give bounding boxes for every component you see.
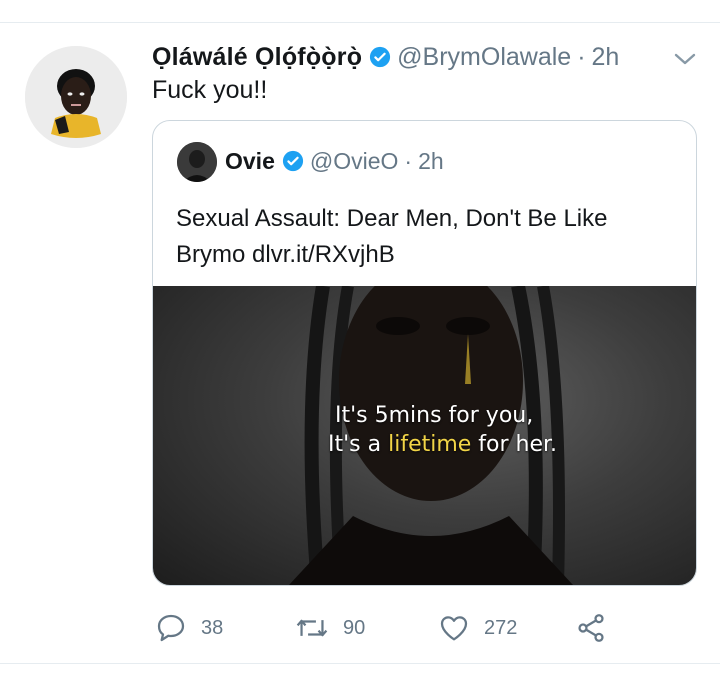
author-handle[interactable]: @BrymOlawale bbox=[397, 43, 571, 72]
separator-dot: · bbox=[404, 147, 413, 174]
share-icon bbox=[575, 612, 607, 644]
chevron-down-icon[interactable] bbox=[673, 49, 697, 69]
retweet-icon bbox=[295, 612, 329, 644]
quoted-tweet-text: Sexual Assault: Dear Men, Don't Be Like … bbox=[176, 205, 608, 268]
author-avatar[interactable] bbox=[25, 46, 127, 148]
caption-text-before: It's a bbox=[328, 432, 389, 457]
tweet-actions: 38 90 272 bbox=[155, 608, 625, 648]
image-caption-line-2: It's a lifetime for her. bbox=[153, 432, 696, 457]
reply-count: 38 bbox=[201, 616, 224, 639]
image-caption-line-1: It's 5mins for you, bbox=[335, 403, 534, 428]
quoted-tweet-timestamp[interactable]: 2h bbox=[418, 148, 444, 175]
like-button[interactable]: 272 bbox=[438, 608, 517, 648]
quoted-author-handle[interactable]: @OvieO bbox=[310, 148, 399, 175]
quoted-tweet-header: Ovie @OvieO · 2h bbox=[225, 143, 444, 179]
retweet-button[interactable]: 90 bbox=[295, 608, 365, 648]
tweet-text: Fuck you!! bbox=[152, 76, 268, 104]
quoted-tweet[interactable]: Ovie @OvieO · 2h Sexual Assault: Dear Me… bbox=[152, 120, 697, 586]
author-name[interactable]: Ọláwálé Ọlọ́fọ̀ọ̀rọ̀ bbox=[152, 43, 362, 72]
share-button[interactable] bbox=[575, 608, 607, 648]
reply-button[interactable]: 38 bbox=[155, 608, 223, 648]
verified-badge-icon bbox=[282, 150, 304, 172]
quoted-author-name[interactable]: Ovie bbox=[225, 148, 275, 175]
tweet-timestamp[interactable]: 2h bbox=[592, 43, 620, 72]
like-count: 272 bbox=[484, 616, 518, 639]
quoted-tweet-image[interactable]: It's 5mins for you, It's a lifetime for … bbox=[153, 286, 696, 585]
bottom-divider bbox=[0, 663, 720, 664]
reply-icon bbox=[155, 612, 187, 644]
caption-highlight: lifetime bbox=[388, 432, 472, 457]
caption-text-after: for her. bbox=[471, 432, 558, 457]
quoted-author-avatar[interactable] bbox=[177, 142, 217, 182]
retweet-count: 90 bbox=[343, 616, 366, 639]
separator-dot: · bbox=[577, 42, 586, 71]
verified-badge-icon bbox=[369, 46, 391, 68]
like-icon bbox=[438, 612, 470, 644]
top-divider bbox=[0, 22, 720, 23]
tweet-header: Ọláwálé Ọlọ́fọ̀ọ̀rọ̀ @BrymOlawale · 2h bbox=[152, 40, 619, 74]
